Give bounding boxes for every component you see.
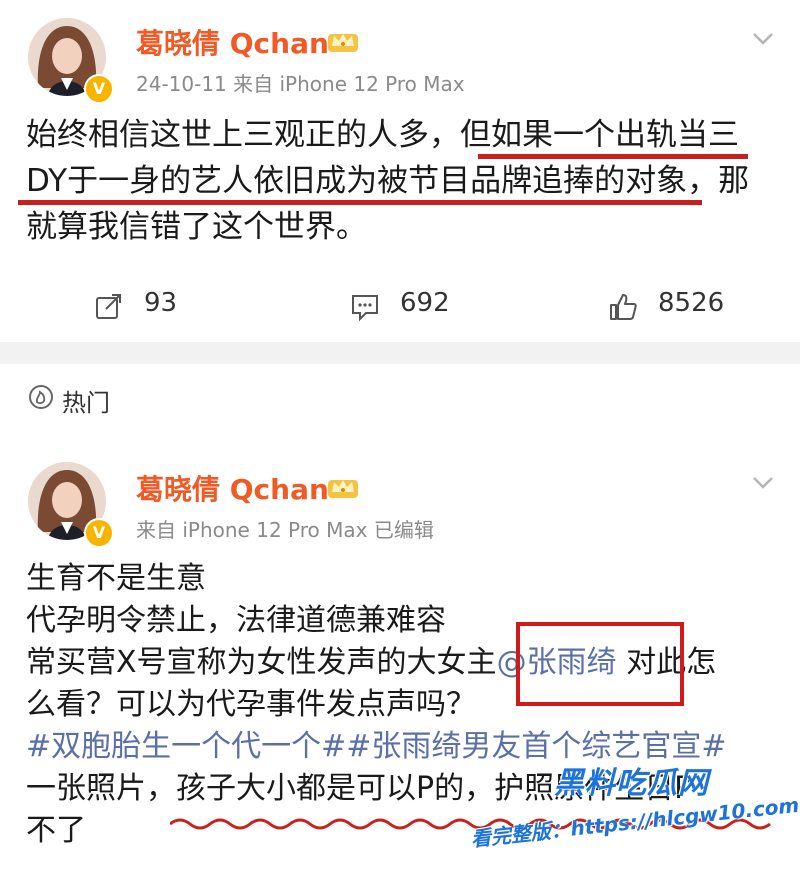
- repost-icon: [96, 294, 121, 319]
- divider: [0, 342, 800, 364]
- like-button[interactable]: 8526: [608, 286, 758, 326]
- weibo-post-1: V 葛晓倩 Qchan 24-10-11 来自 iPhone 12 Pro Ma…: [0, 0, 800, 342]
- chevron-down-icon[interactable]: [752, 32, 774, 46]
- username[interactable]: 葛晓倩 Qchan: [136, 22, 329, 62]
- comment-button[interactable]: 692: [350, 286, 480, 326]
- like-count: 8526: [658, 288, 725, 318]
- username[interactable]: 葛晓倩 Qchan: [136, 468, 329, 508]
- hot-section-bar[interactable]: [0, 364, 800, 433]
- crown-icon: [328, 480, 358, 498]
- post-content: 始终相信这世上三观正的人多，但如果一个出轨当三 DY于一身的艺人依旧成为被节目品…: [26, 112, 776, 250]
- thumbs-up-icon: [610, 294, 637, 320]
- post-line: DY于一身的艺人依旧成为被节目品牌追捧的对象，那: [26, 163, 750, 199]
- verified-badge-icon: V: [84, 518, 114, 548]
- hot-label[interactable]: 热门: [62, 383, 110, 418]
- post-meta: 24-10-11 来自 iPhone 12 Pro Max: [136, 72, 465, 96]
- watermark: 黑料吃瓜网 看完整版：https://hlcgw10.com: [470, 758, 800, 878]
- comment-count: 692: [400, 288, 450, 318]
- chevron-down-icon[interactable]: [752, 476, 774, 490]
- highlight-underline: [18, 200, 702, 205]
- repost-count: 93: [144, 288, 178, 318]
- crown-icon: [328, 34, 358, 52]
- repost-button[interactable]: 93: [94, 286, 204, 326]
- highlight-underline: [478, 154, 748, 159]
- hot-icon: [29, 385, 53, 409]
- highlight-box: [516, 622, 684, 706]
- watermark-logo: 黑料吃瓜网: [554, 766, 709, 801]
- post-line: 始终相信这世上三观正的人多，但如果一个出轨当三: [26, 117, 739, 153]
- post-line: 就算我信错了这个世界。: [26, 209, 367, 245]
- post-meta: 来自 iPhone 12 Pro Max 已编辑: [136, 518, 434, 542]
- post-line: 生育不是生意: [26, 561, 206, 596]
- verified-badge-icon: V: [84, 74, 114, 104]
- comment-icon: [352, 295, 378, 322]
- post-text: 常买营X号宣称为女性发声的大女主: [26, 645, 497, 680]
